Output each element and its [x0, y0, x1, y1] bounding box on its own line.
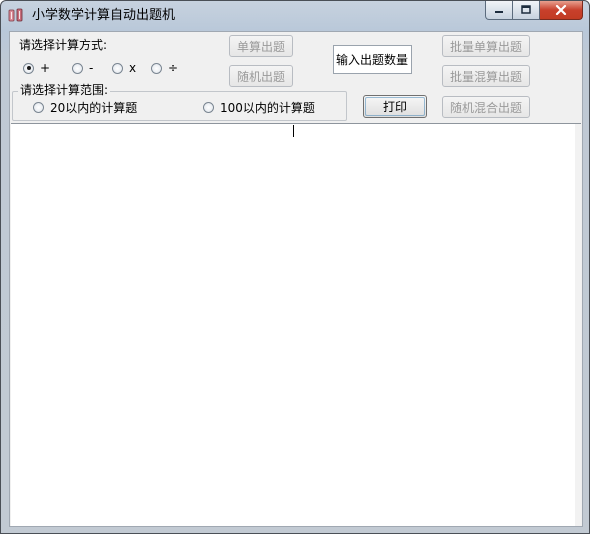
batch-single-button[interactable]: 批量单算出题 — [442, 35, 530, 57]
app-icon — [8, 8, 23, 22]
radio-minus-label: - — [89, 61, 94, 75]
radio-multiply[interactable]: x — [112, 60, 136, 76]
print-button[interactable]: 打印 — [363, 95, 427, 118]
output-textarea[interactable] — [11, 123, 581, 526]
radio-plus[interactable]: + — [23, 60, 50, 76]
close-button[interactable] — [540, 1, 583, 20]
client-area: 请选择计算方式: + - x ÷ 请选择计算范围: 20以内的计算题 100以内… — [9, 31, 583, 527]
radio-range-100-label: 100以内的计算题 — [220, 100, 315, 115]
radio-minus[interactable]: - — [72, 60, 93, 76]
window-title: 小学数学计算自动出题机 — [32, 8, 176, 23]
maximize-button[interactable] — [513, 1, 540, 20]
radio-range-100-indicator — [203, 101, 214, 113]
vertical-scrollbar[interactable] — [575, 124, 581, 526]
title-bar[interactable]: 小学数学计算自动出题机 — [1, 1, 589, 29]
random-question-button[interactable]: 随机出题 — [229, 65, 293, 87]
radio-multiply-label: x — [129, 61, 137, 75]
caption-buttons — [485, 1, 583, 21]
operation-label: 请选择计算方式: — [19, 38, 108, 52]
quantity-input[interactable]: 输入出题数量 — [333, 45, 412, 74]
radio-range-100[interactable]: 100以内的计算题 — [203, 99, 315, 115]
text-caret — [293, 125, 294, 137]
radio-range-20[interactable]: 20以内的计算题 — [33, 99, 137, 115]
random-mixed-button[interactable]: 随机混合出题 — [442, 96, 530, 118]
close-icon — [555, 5, 567, 15]
radio-divide-label: ÷ — [168, 61, 179, 75]
radio-minus-indicator — [72, 62, 83, 74]
radio-range-20-label: 20以内的计算题 — [50, 100, 138, 115]
app-window: 小学数学计算自动出题机 请选择计算方式: + - x ÷ 请选择计算范围: 20… — [0, 0, 590, 534]
minimize-button[interactable] — [485, 1, 513, 20]
batch-mixed-button[interactable]: 批量混算出题 — [442, 65, 530, 87]
maximize-icon — [521, 5, 531, 14]
radio-divide-indicator — [151, 62, 162, 74]
range-label: 请选择计算范围: — [18, 83, 111, 97]
minimize-icon — [495, 11, 503, 13]
radio-divide[interactable]: ÷ — [151, 60, 178, 76]
single-question-button[interactable]: 单算出题 — [229, 35, 293, 57]
radio-range-20-indicator — [33, 101, 44, 113]
radio-plus-indicator — [23, 62, 34, 74]
radio-multiply-indicator — [112, 62, 123, 74]
radio-plus-label: + — [40, 61, 51, 75]
